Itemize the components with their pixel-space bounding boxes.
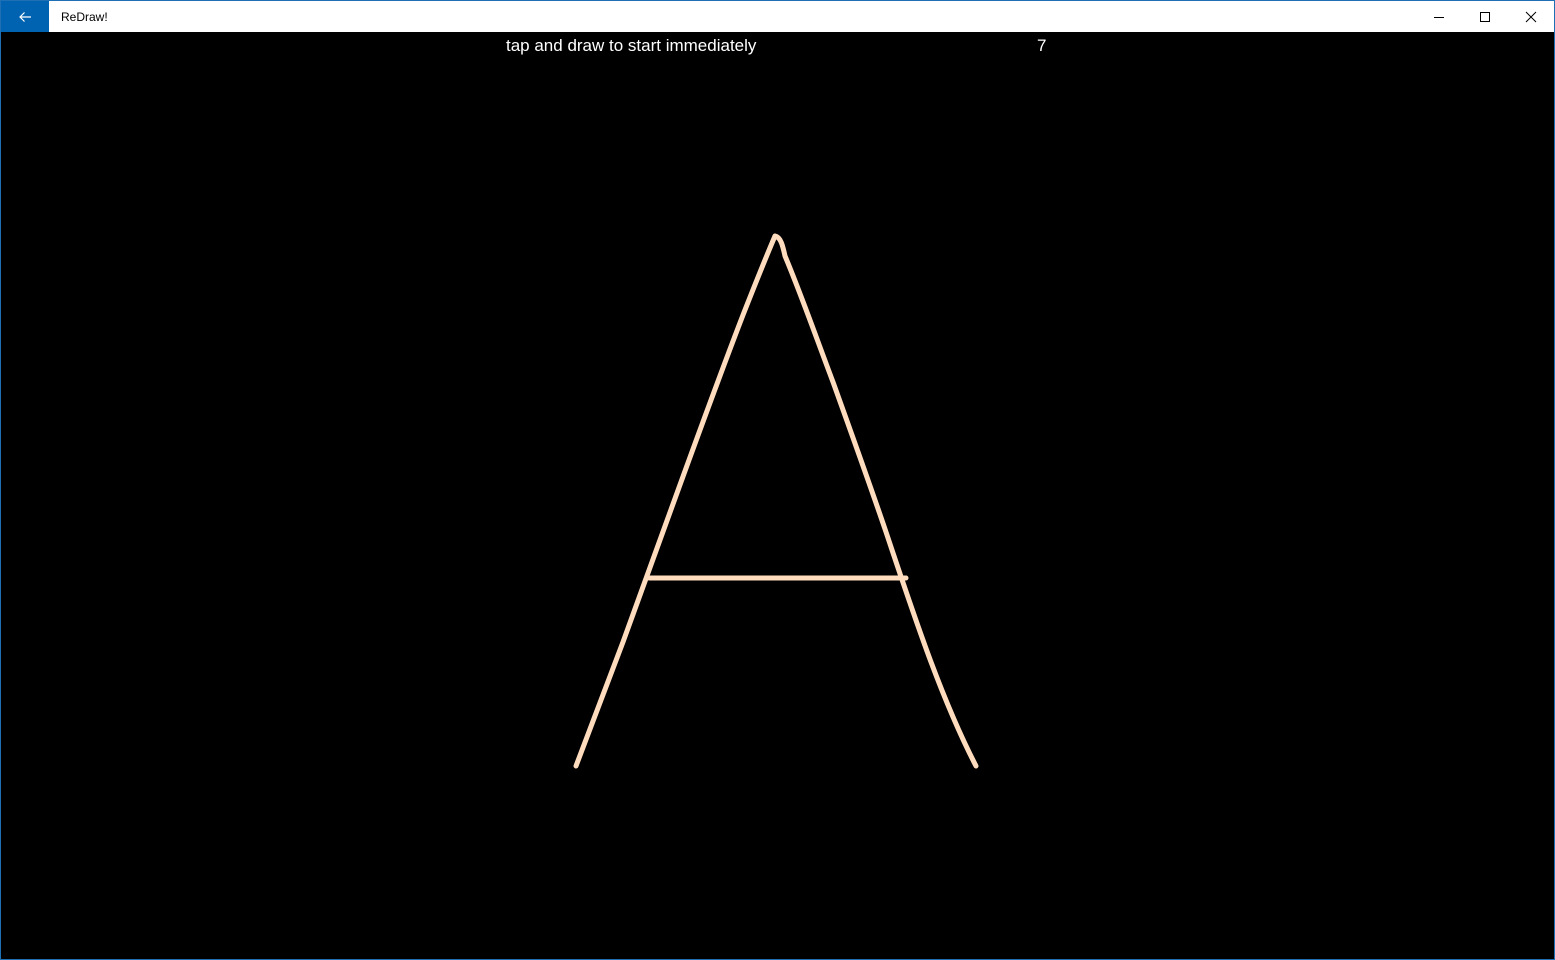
drawing-area[interactable]: tap and draw to start immediately 7: [1, 32, 1554, 959]
minimize-button[interactable]: [1416, 1, 1462, 32]
app-title: ReDraw!: [61, 9, 108, 24]
minimize-icon: [1434, 16, 1444, 18]
close-icon: [1525, 11, 1537, 22]
caption-controls: [1416, 1, 1554, 32]
instruction-text: tap and draw to start immediately: [506, 36, 757, 55]
maximize-button[interactable]: [1462, 1, 1508, 32]
back-button[interactable]: [1, 1, 49, 32]
countdown-timer: 7: [1037, 36, 1047, 55]
app-window: ReDraw! tap and draw to start immediatel…: [0, 0, 1555, 960]
back-arrow-icon: [19, 11, 31, 22]
maximize-icon: [1480, 11, 1490, 22]
title-bar: ReDraw!: [1, 1, 1554, 32]
letter-a-left-stroke: [573, 233, 979, 769]
drawing-canvas[interactable]: [1, 32, 1554, 959]
close-button[interactable]: [1508, 1, 1554, 32]
